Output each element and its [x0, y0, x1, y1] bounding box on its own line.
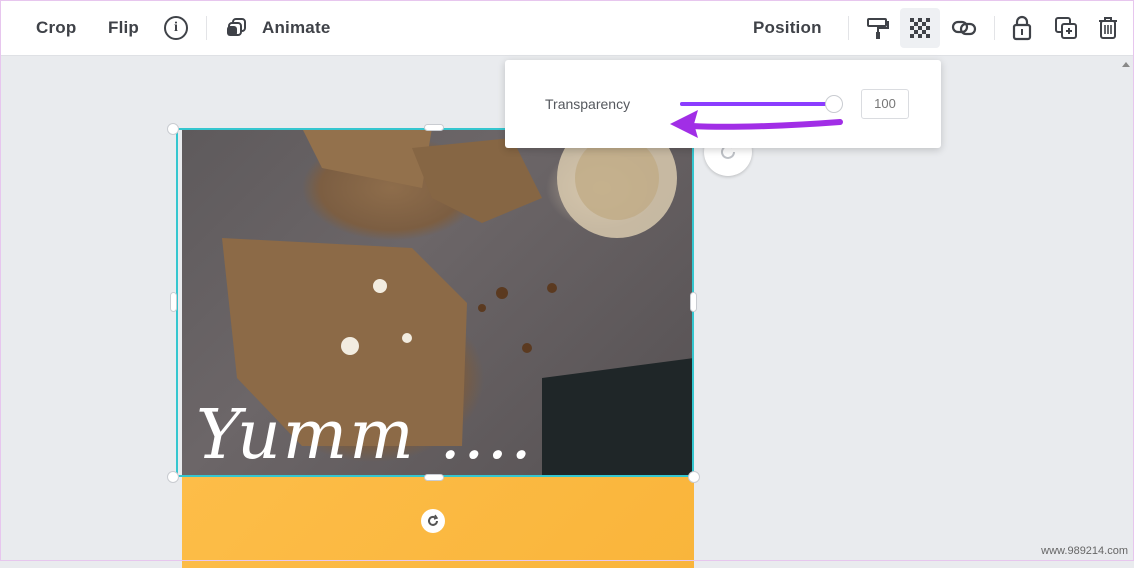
info-button[interactable]: i — [162, 14, 190, 42]
move-handle[interactable] — [421, 509, 445, 533]
transparency-label: Transparency — [545, 96, 631, 112]
crop-button[interactable]: Crop — [36, 0, 76, 56]
paint-roller-icon[interactable] — [864, 14, 892, 42]
toolbar-divider — [848, 16, 849, 40]
resize-handle-bottom-right[interactable] — [688, 471, 700, 483]
annotation-arrow-icon — [670, 110, 843, 138]
trash-icon[interactable] — [1094, 14, 1122, 42]
animate-icon[interactable] — [222, 14, 250, 42]
position-button[interactable]: Position — [753, 0, 822, 56]
resize-handle-top-left[interactable] — [167, 123, 179, 135]
flip-button[interactable]: Flip — [108, 0, 139, 56]
info-icon: i — [164, 16, 188, 40]
transparency-icon[interactable] — [906, 14, 934, 42]
transparency-slider-fill — [680, 102, 835, 106]
transparency-value-input[interactable]: 100 — [861, 89, 909, 119]
transparency-slider-track[interactable] — [680, 102, 835, 106]
link-icon[interactable] — [950, 14, 978, 42]
resize-handle-bottom[interactable] — [424, 474, 444, 481]
toolbar-divider — [206, 16, 207, 40]
resize-handle-left[interactable] — [170, 292, 177, 312]
selection-frame — [176, 128, 694, 477]
lock-icon[interactable] — [1008, 14, 1036, 42]
duplicate-icon[interactable] — [1052, 14, 1080, 42]
resize-handle-bottom-left[interactable] — [167, 471, 179, 483]
scroll-up-arrow-icon[interactable] — [1122, 62, 1130, 67]
editor-toolbar: Crop Flip i Animate Position — [0, 0, 1134, 56]
watermark: www.989214.com — [1041, 545, 1128, 557]
rotate-icon — [428, 514, 439, 526]
animate-button[interactable]: Animate — [262, 0, 330, 56]
resize-handle-right[interactable] — [690, 292, 697, 312]
toolbar-divider — [994, 16, 995, 40]
resize-handle-top[interactable] — [424, 124, 444, 131]
